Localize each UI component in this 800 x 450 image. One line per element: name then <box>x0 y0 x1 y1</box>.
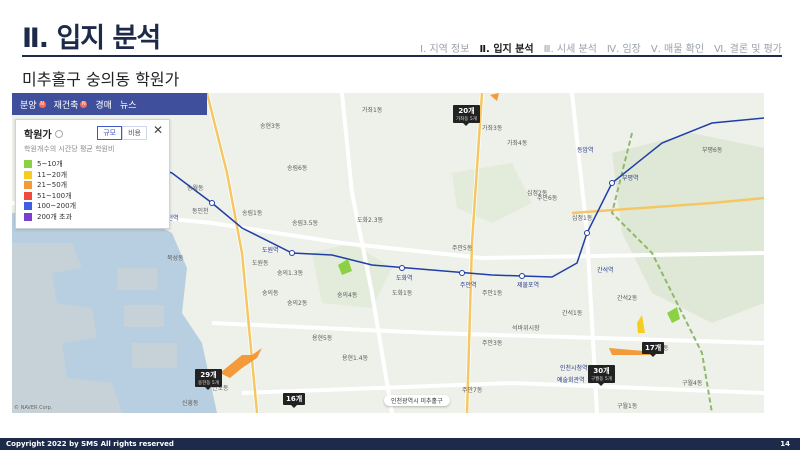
station-label: 동암역 <box>577 147 594 154</box>
place-label: 도원동 <box>252 260 269 267</box>
academy-legend-panel: 학원가 규모 비용 ✕ 학원개수의 시간당 평균 학원비 5~10개 11~20개… <box>15 119 170 229</box>
legend-swatch <box>24 212 32 221</box>
place-label: 주안7동 <box>462 387 483 394</box>
place-label: 십정1동 <box>572 215 593 222</box>
place-label: 도화1동 <box>392 290 413 297</box>
place-label: 주안1동 <box>482 290 503 297</box>
legend-list: 5~10개 11~20개 21~50개 51~100개 100~200개 200개 초과 <box>24 159 161 222</box>
legend-item: 21~50개 <box>24 180 161 191</box>
academy-count-marker[interactable]: 29개 용현동 5개 <box>195 369 222 390</box>
legend-label: 5~10개 <box>37 160 63 169</box>
nav-item-conclusion[interactable]: Ⅵ. 결론 및 평가 <box>714 40 782 55</box>
map-layer-tabs: 분양 N 재건축 N 경매 뉴스 <box>12 93 207 115</box>
place-label: 용현5동 <box>312 335 333 342</box>
academy-count-marker[interactable]: 17개 <box>642 342 665 357</box>
tab-auction[interactable]: 경매 <box>95 98 112 111</box>
legend-label: 51~100개 <box>37 191 72 200</box>
station-label: 부평역 <box>622 175 639 182</box>
station-label: 도화역 <box>396 275 413 282</box>
legend-label: 21~50개 <box>37 181 68 190</box>
map-copyright: © NAVER Corp. <box>14 405 53 411</box>
place-label: 석바위시장 <box>512 325 540 332</box>
place-label: 부평6동 <box>702 147 723 154</box>
tab-sale[interactable]: 분양 N <box>20 98 46 111</box>
place-label: 가좌3동 <box>482 125 503 132</box>
page-title: Ⅱ. 입지 분석 <box>22 23 161 54</box>
place-label: 주안5동 <box>452 245 473 252</box>
panel-title: 학원가 <box>24 130 52 141</box>
nav-item-visit[interactable]: Ⅳ. 임장 <box>607 40 641 55</box>
place-label: 주안3동 <box>482 340 503 347</box>
place-label: 가좌4동 <box>507 140 528 147</box>
place-label: 간석2동 <box>617 295 638 302</box>
legend-swatch <box>24 191 32 200</box>
place-label: 북성동 <box>167 255 184 262</box>
new-badge: N <box>38 100 46 108</box>
place-label: 구월4동 <box>682 380 703 387</box>
tab-news[interactable]: 뉴스 <box>120 98 137 111</box>
station-label: 간석역 <box>597 267 614 274</box>
legend-item: 100~200개 <box>24 201 161 212</box>
legend-label: 100~200개 <box>37 202 77 211</box>
info-icon[interactable] <box>54 129 63 138</box>
nav-item-listing[interactable]: Ⅴ. 매물 확인 <box>651 40 704 55</box>
station-label: 인천시청역 <box>560 365 588 372</box>
place-label: 숭의동 <box>262 290 279 297</box>
legend-label: 11~20개 <box>37 170 68 179</box>
tab-reconstruction[interactable]: 재건축 N <box>54 98 88 111</box>
place-label: 가좌1동 <box>362 107 383 114</box>
place-label: 간석1동 <box>562 310 583 317</box>
station-label: 주안역 <box>460 282 477 289</box>
place-label: 구월1동 <box>617 403 638 410</box>
place-label: 도화2.3동 <box>357 217 384 224</box>
place-label: 용현1.4동 <box>342 355 369 362</box>
toggle-cost[interactable]: 비용 <box>122 126 147 140</box>
legend-swatch <box>24 170 32 179</box>
place-label: 송월동 <box>187 185 204 192</box>
legend-label: 200개 초과 <box>37 212 72 221</box>
place-label: 송림1동 <box>242 210 263 217</box>
legend-item: 200개 초과 <box>24 212 161 223</box>
toggle-size[interactable]: 규모 <box>97 126 123 140</box>
panel-description: 학원개수의 시간당 평균 학원비 <box>24 145 115 153</box>
station-label: 예술회관역 <box>557 377 585 384</box>
place-label: 동인천 <box>192 208 209 215</box>
place-label: 송림3.5동 <box>292 220 319 227</box>
place-label: 송현3동 <box>260 123 281 130</box>
legend-swatch <box>24 160 32 169</box>
legend-item: 51~100개 <box>24 191 161 202</box>
legend-swatch <box>24 202 32 211</box>
page-number: 14 <box>780 440 790 448</box>
station-label: 제물포역 <box>517 282 540 289</box>
location-chip[interactable]: 인천광역시 미추홀구 <box>384 395 450 406</box>
place-label: 숭의1.3동 <box>277 270 304 277</box>
academy-count-marker[interactable]: 16개 <box>283 393 306 408</box>
legend-swatch <box>24 181 32 190</box>
title-divider <box>22 55 782 57</box>
new-badge: N <box>80 100 88 108</box>
footer-copyright: Copyright 2022 by SMS All rights reserve… <box>6 440 174 448</box>
nav-item-price[interactable]: Ⅲ. 시세 분석 <box>544 40 597 55</box>
page-subtitle: 미추홀구 숭의동 학원가 <box>22 70 180 89</box>
place-label: 십정2동 <box>527 190 548 197</box>
place-label: 숭의4동 <box>337 292 358 299</box>
section-nav: Ⅰ. 지역 정보 Ⅱ. 입지 분석 Ⅲ. 시세 분석 Ⅳ. 임장 Ⅴ. 매물 확… <box>420 40 782 55</box>
academy-count-marker[interactable]: 20개 가좌동 5개 <box>453 105 480 126</box>
place-label: 송림6동 <box>287 165 308 172</box>
size-cost-toggle: 규모 비용 <box>97 126 147 140</box>
map-view[interactable]: 가좌1동 가좌3동 가좌4동 송현3동 송림6동 송림1동 송림3.5동 도화2… <box>12 93 764 413</box>
close-icon[interactable]: ✕ <box>153 123 163 137</box>
place-label: 숭의2동 <box>287 300 308 307</box>
nav-item-region[interactable]: Ⅰ. 지역 정보 <box>420 40 469 55</box>
academy-count-marker[interactable]: 30개 구월동 5개 <box>588 365 615 386</box>
legend-item: 11~20개 <box>24 170 161 181</box>
legend-item: 5~10개 <box>24 159 161 170</box>
place-label: 신흥동 <box>182 400 199 407</box>
station-label: 도원역 <box>262 247 279 254</box>
footer-bar: Copyright 2022 by SMS All rights reserve… <box>0 438 800 450</box>
nav-item-location[interactable]: Ⅱ. 입지 분석 <box>479 40 533 55</box>
